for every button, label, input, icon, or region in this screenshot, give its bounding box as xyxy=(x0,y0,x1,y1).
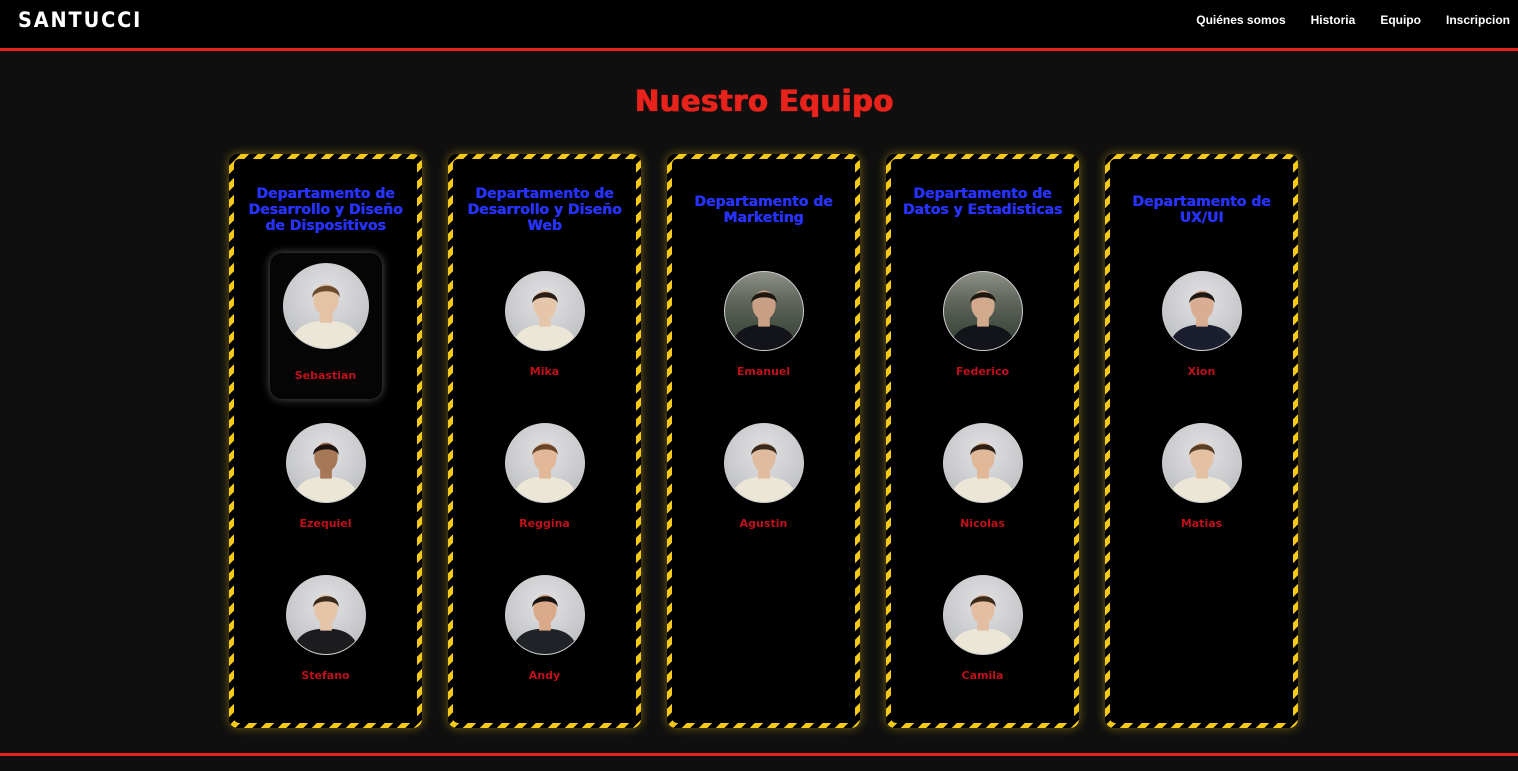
brand-logo[interactable]: SANTUCCI xyxy=(18,8,142,32)
member-name: Ezequiel xyxy=(299,517,352,530)
nav-link-quienes-somos[interactable]: Quiénes somos xyxy=(1196,13,1285,27)
member-name: Xion xyxy=(1187,365,1216,378)
team-card-departamento-de-ux-ui: Departamento de UX/UI Xion Matias xyxy=(1105,154,1298,728)
member-name: Mika xyxy=(529,365,560,378)
team-card-inner: Departamento de UX/UI Xion Matias xyxy=(1110,159,1293,723)
nav-links: Quiénes somos Historia Equipo Inscripcio… xyxy=(1196,13,1510,27)
avatar xyxy=(504,423,585,503)
team-title: Departamento de Marketing xyxy=(694,194,833,226)
member-card-emanuel[interactable]: Emanuel xyxy=(708,253,820,399)
member-name: Emanuel xyxy=(736,365,791,378)
avatar xyxy=(942,423,1023,503)
nav-link-historia[interactable]: Historia xyxy=(1311,13,1356,27)
member-name: Sebastian xyxy=(294,369,357,382)
team-card-inner: Departamento de Desarrollo y Diseño de D… xyxy=(234,159,417,723)
team-card-departamento-de-datos-y-estadisticas: Departamento de Datos y Estadisticas Fede… xyxy=(886,154,1079,728)
teams-grid: Departamento de Desarrollo y Diseño de D… xyxy=(229,154,1298,728)
member-name: Matias xyxy=(1180,517,1223,530)
member-name: Andy xyxy=(528,669,561,682)
page-title: Nuestro Equipo xyxy=(634,84,894,118)
avatar xyxy=(285,575,366,655)
member-card-agustin[interactable]: Agustin xyxy=(708,405,820,551)
avatar xyxy=(942,575,1023,655)
avatar xyxy=(1161,271,1242,351)
member-card-reggina[interactable]: Reggina xyxy=(489,405,601,551)
member-card-federico[interactable]: Federico xyxy=(927,253,1039,399)
member-card-matias[interactable]: Matias xyxy=(1146,405,1258,551)
navbar: SANTUCCI Quiénes somos Historia Equipo I… xyxy=(0,0,1518,51)
team-card-departamento-de-desarrollo-y-diseno-web: Departamento de Desarrollo y Diseño Web M… xyxy=(448,154,641,728)
member-card-camila[interactable]: Camila xyxy=(927,557,1039,703)
team-card-inner: Departamento de Datos y Estadisticas Fede… xyxy=(891,159,1074,723)
member-card-ezequiel[interactable]: Ezequiel xyxy=(270,405,382,551)
avatar xyxy=(1161,423,1242,503)
member-card-mika[interactable]: Mika xyxy=(489,253,601,399)
member-card-xion[interactable]: Xion xyxy=(1146,253,1258,399)
avatar xyxy=(723,423,804,503)
avatar xyxy=(282,263,369,349)
avatar xyxy=(504,271,585,351)
member-name: Camila xyxy=(961,669,1004,682)
team-title: Departamento de UX/UI xyxy=(1132,194,1271,226)
member-name: Agustin xyxy=(739,517,788,530)
avatar xyxy=(723,271,804,351)
team-card-inner: Departamento de Desarrollo y Diseño Web M… xyxy=(453,159,636,723)
member-card-nicolas[interactable]: Nicolas xyxy=(927,405,1039,551)
avatar xyxy=(942,271,1023,351)
team-card-departamento-de-marketing: Departamento de Marketing Emanuel Agustin xyxy=(667,154,860,728)
member-name: Reggina xyxy=(519,517,570,530)
member-card-sebastian[interactable]: Sebastian xyxy=(269,253,382,399)
team-title: Departamento de Desarrollo y Diseño Web xyxy=(467,186,622,234)
member-name: Nicolas xyxy=(960,517,1005,530)
team-title: Departamento de Desarrollo y Diseño de D… xyxy=(248,186,403,234)
nav-link-equipo[interactable]: Equipo xyxy=(1380,13,1421,27)
member-card-stefano[interactable]: Stefano xyxy=(270,557,382,703)
footer-divider xyxy=(0,753,1518,756)
member-name: Stefano xyxy=(301,669,350,682)
team-card-inner: Departamento de Marketing Emanuel Agustin xyxy=(672,159,855,723)
member-card-andy[interactable]: Andy xyxy=(489,557,601,703)
member-name: Federico xyxy=(955,365,1010,378)
avatar xyxy=(504,575,585,655)
team-title: Departamento de Datos y Estadisticas xyxy=(902,186,1063,218)
nav-link-inscripcion[interactable]: Inscripcion xyxy=(1446,13,1510,27)
avatar xyxy=(285,423,366,503)
team-card-departamento-de-desarrollo-y-diseno-de-dispositivos: Departamento de Desarrollo y Diseño de D… xyxy=(229,154,422,728)
